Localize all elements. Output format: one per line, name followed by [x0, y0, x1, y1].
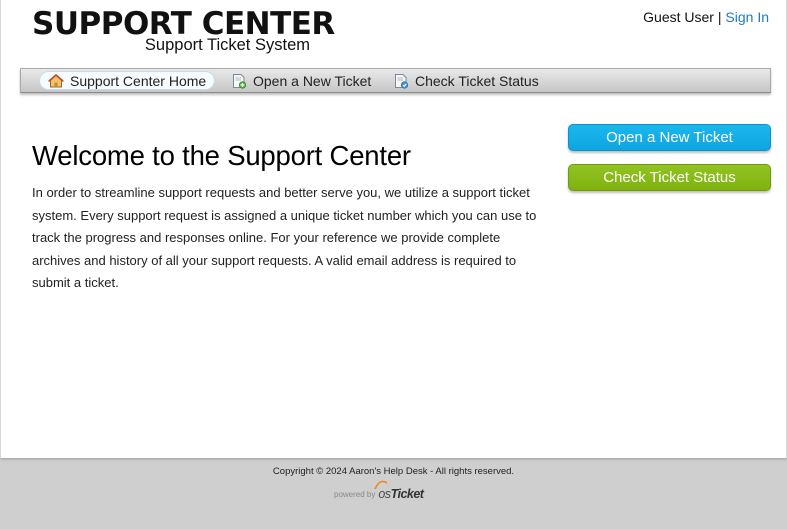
footer-copyright: Copyright © 2024 Aaron's Help Desk - All…: [272, 466, 515, 477]
main-nav: Support Center Home Open a New Ticket Ch…: [20, 68, 771, 93]
nav-home-label: Support Center Home: [70, 72, 207, 89]
page-title: Welcome to the Support Center: [32, 140, 411, 171]
osticket-ticket-text: Ticket: [390, 487, 424, 501]
user-separator: |: [717, 9, 722, 25]
welcome-text: In order to streamline support requests …: [32, 185, 537, 290]
powered-by-osticket[interactable]: powered by osTicket: [334, 479, 444, 501]
logo-subtitle: Support Ticket System: [144, 36, 310, 54]
guest-user-label: Guest User: [643, 9, 714, 25]
site-logo[interactable]: SUPPORT CENTER Support Ticket System: [32, 6, 335, 58]
powered-by-label: powered by: [334, 490, 376, 499]
nav-item-check-status[interactable]: Check Ticket Status: [385, 71, 547, 90]
sign-in-link[interactable]: Sign In: [725, 9, 769, 25]
new-ticket-icon: [231, 73, 247, 89]
home-icon: [47, 73, 65, 89]
nav-item-home[interactable]: Support Center Home: [39, 71, 216, 90]
open-new-ticket-button[interactable]: Open a New Ticket: [568, 124, 771, 151]
osticket-logo: osTicket: [374, 480, 424, 501]
page-container: SUPPORT CENTER Support Ticket System Gue…: [0, 0, 787, 458]
nav-check-status-label: Check Ticket Status: [415, 72, 539, 89]
check-ticket-status-button[interactable]: Check Ticket Status: [568, 164, 771, 191]
welcome-section: Welcome to the Support Center In order t…: [32, 138, 542, 295]
osticket-swoosh-icon: [374, 480, 388, 490]
ticket-status-icon: [393, 73, 409, 89]
nav-item-open-ticket[interactable]: Open a New Ticket: [223, 71, 379, 90]
user-info: Guest User | Sign In: [643, 9, 769, 25]
nav-open-ticket-label: Open a New Ticket: [253, 72, 372, 89]
